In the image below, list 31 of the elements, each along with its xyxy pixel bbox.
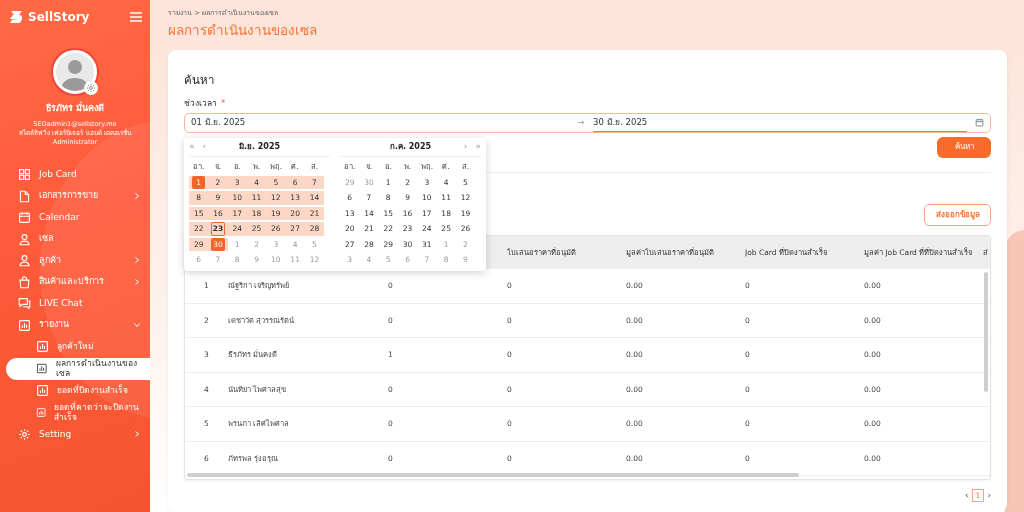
menu-icon[interactable] (130, 12, 142, 22)
next-page-button[interactable]: › (987, 488, 991, 503)
grid-icon (18, 168, 31, 181)
document-icon (18, 189, 31, 203)
chart-icon (36, 406, 47, 420)
chart-icon (36, 384, 49, 398)
field-label: ช่วงเวลา (184, 97, 217, 110)
required-mark: * (221, 97, 226, 110)
chart-icon (36, 362, 48, 376)
calendar-icon (18, 211, 31, 224)
settings-icon[interactable] (86, 83, 96, 93)
chat-icon (18, 297, 31, 310)
calendar-icon (975, 118, 984, 128)
month-title: ก.ค. 2025 (389, 140, 432, 153)
chart-icon (36, 340, 49, 354)
section-heading: ค้นหา (184, 71, 215, 89)
date-range-field[interactable]: 01 มิ.ย. 2025 → 30 มิ.ย. 2025 (184, 112, 991, 133)
logo-icon (8, 9, 24, 25)
vertical-scrollbar[interactable] (984, 271, 988, 392)
horizontal-scrollbar[interactable] (187, 472, 799, 477)
previous-page-button[interactable]: ‹ (965, 488, 969, 503)
sidebar-subitem[interactable]: ผลการดำเนินงานของเซล (6, 357, 150, 380)
gear-icon (18, 428, 31, 441)
bag-icon (18, 275, 31, 289)
page-title: ผลการดำเนินงานของเซล (168, 20, 318, 40)
brand-name: SellStory (28, 9, 90, 26)
user-name: ธีรภัทร มั่นคงดี (45, 102, 105, 115)
month-title: มิ.ย. 2025 (238, 140, 281, 153)
person-icon (18, 254, 31, 267)
chart-icon (18, 318, 31, 332)
person-icon (18, 232, 31, 246)
